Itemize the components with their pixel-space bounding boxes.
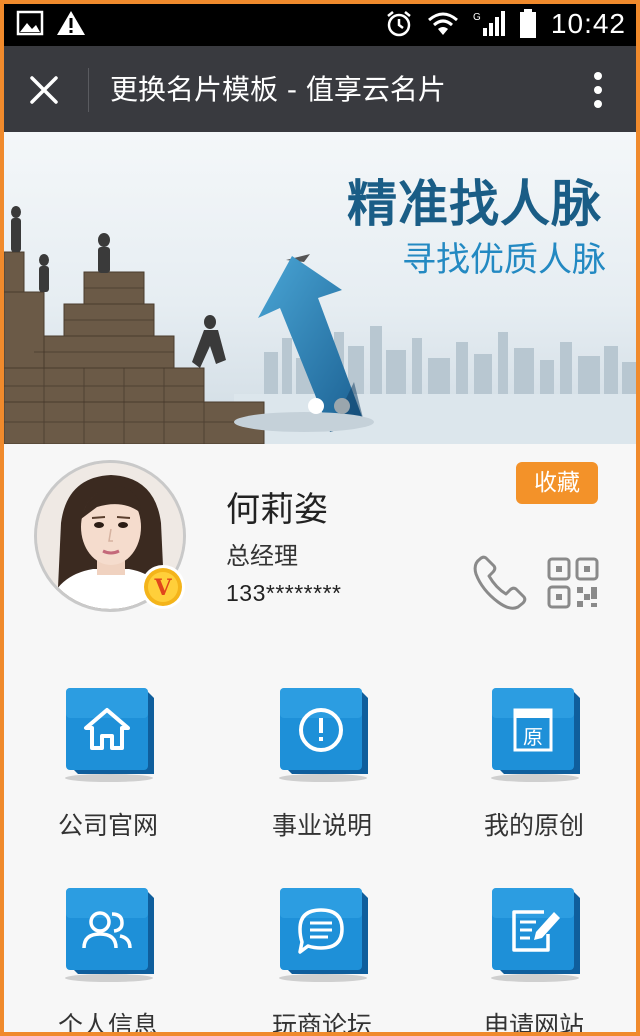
profile-card: V 何莉姿 总经理 133******** 收藏 [4,444,636,644]
svg-text:G: G [473,12,481,23]
info-icon [279,688,368,782]
status-left [16,10,86,36]
banner-subheadline: 寻找优质人脉 [402,240,606,280]
banner-pagination [308,398,350,414]
banner-dot[interactable] [334,398,350,414]
menu-item-personal-info[interactable]: 个人信息 [18,872,198,1032]
menu-item-business-description[interactable]: 事业说明 [232,672,412,852]
profile-job-title: 总经理 [226,542,298,570]
wifi-icon [427,12,458,35]
profile-phone: 133******** [226,580,342,606]
avatar-container[interactable]: V [34,460,186,612]
menu-item-my-original[interactable]: 原 我的原创 [444,672,624,852]
warning-icon [57,11,85,35]
menu-item-label: 申请网站 [483,1011,584,1032]
signal-icon: G [473,11,505,36]
status-bar: G 10:42 [4,4,636,46]
status-right: G 10:42 [385,8,626,40]
close-button[interactable] [22,68,66,112]
menu-item-label: 公司官网 [57,811,158,840]
gallery-icon [16,10,44,36]
alarm-icon [387,11,411,37]
menu-item-label: 事业说明 [271,811,372,840]
clock-time: 10:42 [550,8,626,39]
page-title: 更换名片模板 - 值享云名片 [110,73,446,106]
qr-code-icon[interactable] [546,556,600,610]
banner-headline: 精准找人脉 [347,175,602,233]
svg-text:原: 原 [523,725,543,749]
menu-item-company-website[interactable]: 公司官网 [18,672,198,852]
original-icon: 原 [491,688,580,782]
phone-icon[interactable] [470,552,530,612]
banner-dot-active[interactable] [308,398,324,414]
menu-item-label: 玩商论坛 [271,1011,372,1032]
title-divider [88,68,89,112]
svg-text:V: V [153,575,172,601]
menu-item-label: 个人信息 [57,1011,158,1032]
menu-item-apply-website[interactable]: 申请网站 [444,872,624,1032]
vip-badge: V [141,565,185,609]
favorite-button[interactable]: 收藏 [516,462,598,504]
app-frame: G 10:42 更换名片模板 - 值享云名片 精准找人脉 寻找优质人脉 V 何莉… [4,4,636,1032]
title-bar: 更换名片模板 - 值享云名片 [4,46,636,132]
menu-item-forum[interactable]: 玩商论坛 [232,872,412,1032]
menu-item-label: 我的原创 [483,811,584,840]
profile-name: 何莉姿 [226,490,328,530]
more-menu-button[interactable] [578,68,618,112]
edit-icon [491,888,580,982]
people-icon [65,888,154,982]
battery-icon [519,9,536,38]
home-icon [65,688,154,782]
chat-icon [279,888,368,982]
